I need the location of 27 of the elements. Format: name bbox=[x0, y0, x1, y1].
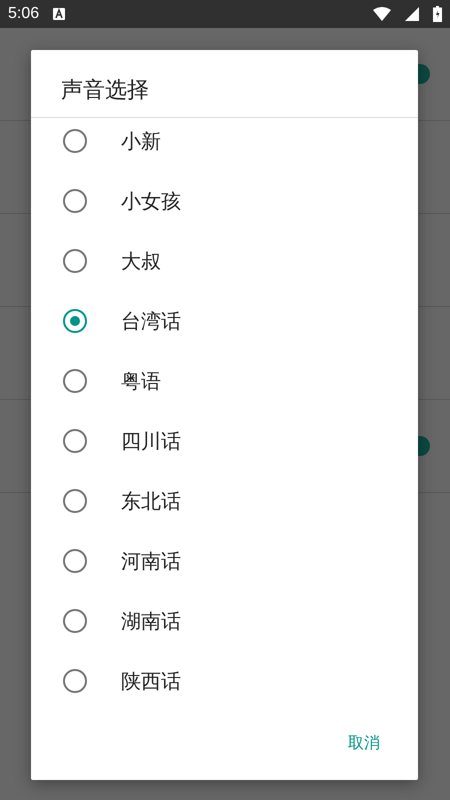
radio-button[interactable] bbox=[63, 429, 87, 453]
radio-button[interactable] bbox=[63, 669, 87, 693]
radio-button[interactable] bbox=[63, 609, 87, 633]
radio-button[interactable] bbox=[63, 129, 87, 153]
radio-button[interactable] bbox=[63, 249, 87, 273]
notification-icon bbox=[53, 8, 66, 20]
option-label[interactable]: 东北话 bbox=[121, 488, 181, 514]
option-label[interactable]: 大叔 bbox=[121, 248, 161, 274]
option-label[interactable]: 粤语 bbox=[121, 368, 161, 394]
radio-button[interactable] bbox=[63, 189, 87, 213]
option-label[interactable]: 台湾话 bbox=[121, 308, 181, 334]
radio-button[interactable] bbox=[63, 549, 87, 573]
option-label[interactable]: 四川话 bbox=[121, 428, 181, 454]
radio-button[interactable] bbox=[63, 309, 87, 333]
signal-icon bbox=[405, 7, 419, 21]
status-time: 5:06 bbox=[8, 5, 40, 23]
radio-button[interactable] bbox=[63, 369, 87, 393]
wifi-icon bbox=[373, 7, 391, 21]
option-label[interactable]: 湖南话 bbox=[121, 608, 181, 634]
option-label[interactable]: 小女孩 bbox=[121, 188, 181, 214]
radio-button[interactable] bbox=[63, 489, 87, 513]
option-label[interactable]: 陕西话 bbox=[121, 668, 181, 694]
cancel-button[interactable]: 取消 bbox=[334, 725, 394, 762]
dialog-title: 声音选择 bbox=[31, 50, 418, 118]
option-label[interactable]: 河南话 bbox=[121, 548, 181, 574]
battery-icon bbox=[433, 6, 442, 22]
option-label[interactable]: 小新 bbox=[121, 128, 161, 154]
